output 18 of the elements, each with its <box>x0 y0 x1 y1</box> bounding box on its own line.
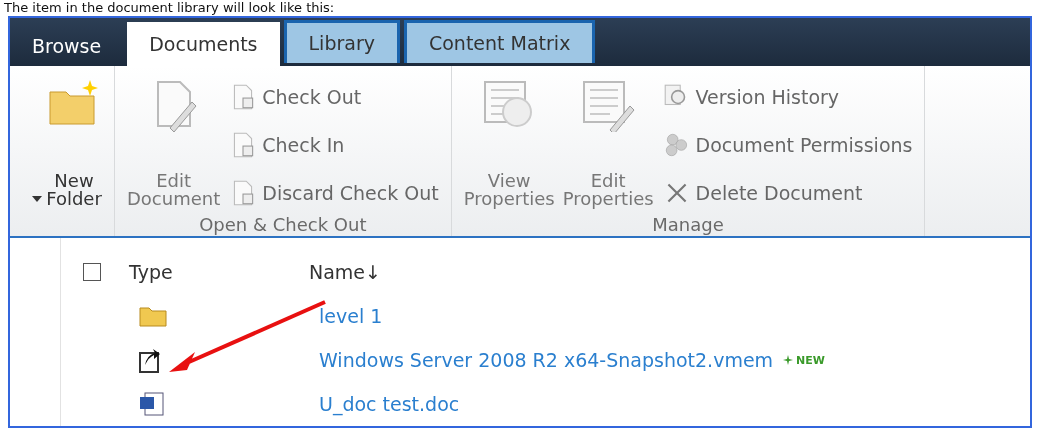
column-header[interactable]: Type <box>129 261 309 283</box>
new-badge: NEW <box>783 353 825 367</box>
ribbon-button[interactable]: New Folder <box>44 72 104 212</box>
file-link[interactable]: U_doc test.doc <box>319 393 460 415</box>
file-link[interactable]: Windows Server 2008 R2 x64-Snapshot2.vmem <box>319 349 774 371</box>
folder-icon <box>139 305 167 327</box>
ribbon-tab[interactable]: Documents <box>127 22 280 66</box>
group-label: Open & Check Out <box>198 214 368 235</box>
select-all-checkbox[interactable] <box>83 263 101 281</box>
word-document-icon <box>139 392 165 416</box>
shortcut-icon <box>139 347 161 373</box>
file-link[interactable]: level 1 <box>319 305 383 327</box>
group-label: Manage <box>651 214 725 235</box>
caption-text: The item in the document library will look like this: <box>3 0 336 16</box>
column-header[interactable]: Name↓ <box>309 261 381 283</box>
ribbon-tab[interactable]: Library <box>283 20 400 63</box>
ribbon-tab[interactable]: Browse <box>10 26 124 66</box>
ribbon-tab[interactable]: Content Matrix <box>403 20 596 63</box>
